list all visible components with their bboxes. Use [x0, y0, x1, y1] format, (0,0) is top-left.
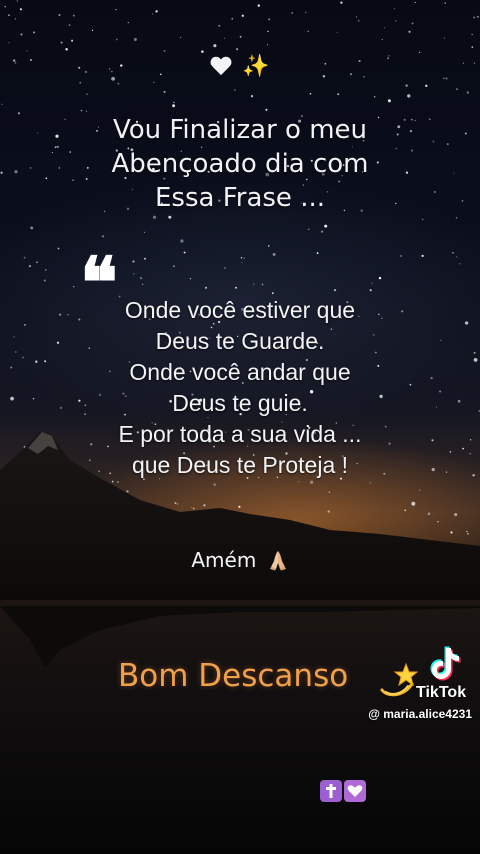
closing-line: Amém — [0, 546, 480, 574]
white-heart-icon — [344, 780, 366, 802]
overlay-text: ✨ Vou Finalizar o meu Abençoado dia com … — [0, 0, 480, 854]
quote-line: Onde você estiver que — [124, 297, 356, 323]
signoff-text: Bom Descanso — [118, 658, 349, 694]
quote-line: Onde você andar que — [129, 359, 351, 385]
intro-line: Essa Frase ... — [154, 183, 325, 213]
top-emojis: ✨ — [0, 52, 480, 81]
intro-line: Abençoado dia com — [111, 149, 369, 179]
quote-line: Deus te Guarde. — [155, 328, 325, 354]
tiktok-logo-icon — [430, 646, 461, 681]
latin-cross-icon — [320, 780, 342, 802]
intro-line: Vou Finalizar o meu — [112, 115, 368, 145]
tiktok-brand: TikTok — [416, 684, 467, 701]
bottom-emojis — [320, 780, 366, 802]
closing-text: Amém — [191, 548, 257, 572]
dizzy-star-icon — [380, 662, 418, 697]
praying-hands-icon — [269, 551, 286, 571]
quote-line: que Deus te Proteja ! — [131, 452, 349, 478]
intro-text: Vou Finalizar o meu Abençoado dia com Es… — [60, 113, 420, 215]
sparkles-icon: ✨ — [242, 54, 270, 79]
white-heart-icon — [210, 57, 232, 77]
creator-handle: @ maria.alice4231 — [368, 707, 472, 721]
quote-text: Onde você estiver que Deus te Guarde. On… — [60, 295, 420, 481]
quote-line: E por toda a sua vida ... — [118, 421, 362, 447]
quote-line: Deus te guie. — [172, 390, 308, 416]
